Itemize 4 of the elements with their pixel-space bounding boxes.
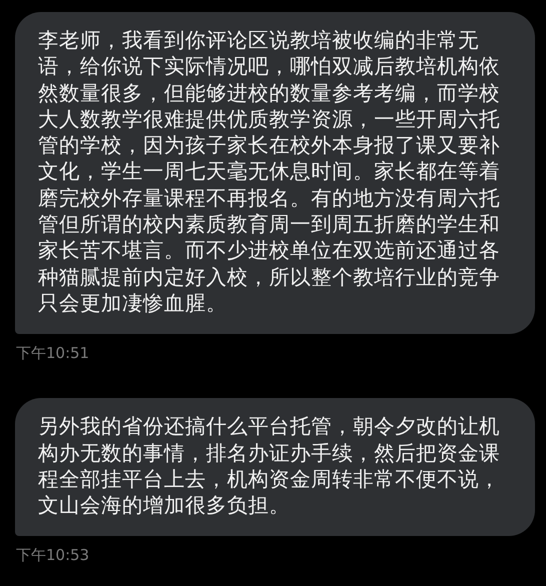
message-time: 下午10:53 [16,546,90,564]
message-text: 另外我的省份还搞什么平台托管，朝令夕改的让机构办无数的事情，排名办证办手续，然后把资金课程全部挂平台上去，机构资金周转非常不便不说，文山会海的增加很多负担。 [38,413,501,518]
message-time: 下午10:51 [16,344,90,362]
message-text: 李老师，我看到你评论区说教培被收编的非常无语，给你说下实际情况吧，哪怕双减后教培机构依然数量很多，但能够进校的数量参考考编，而学校大人数教学很难提供优质教学资源，一些开周六托管的学校，因为孩子家长在校外本身报了课又要补文化，学生一周七天毫无休息时间。家长都在等着磨完校外存量课程不再报名。有的地方没有周六托管但所谓的校内素质教育周一到周五折磨的学生和家长苦不堪言。而不少进校单位在双选前还通过各种猫腻提前内定好入校，所以整个教培行业的竞争只会更加凄惨血腥。 [38,27,501,316]
